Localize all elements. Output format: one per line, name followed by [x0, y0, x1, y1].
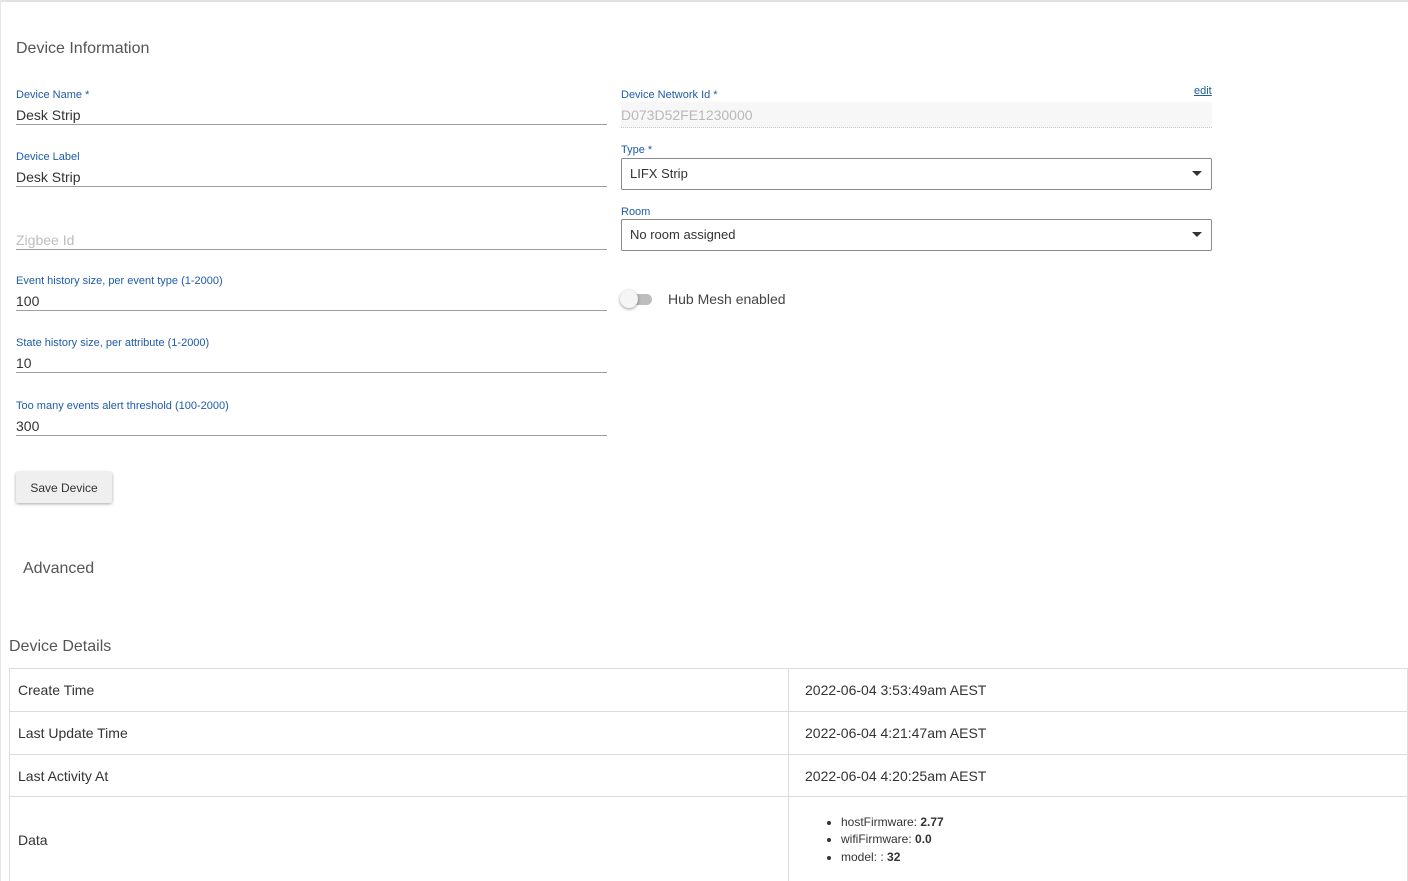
events-threshold-underline: [16, 435, 607, 436]
hub-mesh-toggle[interactable]: [620, 289, 654, 309]
state-history-field[interactable]: State history size, per attribute (1-200…: [16, 336, 607, 373]
edit-network-id-link[interactable]: edit: [1194, 85, 1212, 97]
detail-key: Create Time: [9, 668, 789, 712]
detail-value: 2022-06-04 4:21:47am AEST: [788, 711, 1408, 755]
detail-key: Last Update Time: [9, 711, 789, 755]
left-divider: [0, 0, 1, 881]
caret-down-icon: [1192, 171, 1202, 176]
room-select[interactable]: No room assigned: [621, 219, 1212, 251]
detail-value: 2022-06-04 4:20:25am AEST: [788, 754, 1408, 797]
device-label-field[interactable]: Device Label Desk Strip: [16, 150, 607, 187]
zigbee-id-input[interactable]: Zigbee Id: [16, 227, 607, 249]
table-row-data: Data hostFirmware: 2.77 wifiFirmware: 0.…: [9, 796, 1408, 881]
events-threshold-input[interactable]: 300: [16, 413, 607, 435]
top-divider: [0, 0, 1408, 2]
list-item: hostFirmware: 2.77: [841, 814, 1407, 832]
event-history-input[interactable]: 100: [16, 288, 607, 310]
device-name-label: Device Name *: [16, 89, 90, 101]
table-row: Last Activity At 2022-06-04 4:20:25am AE…: [9, 754, 1408, 797]
advanced-section-toggle[interactable]: Advanced: [23, 560, 94, 578]
device-name-underline: [16, 124, 607, 125]
device-label-label: Device Label: [16, 151, 80, 163]
hub-mesh-label: Hub Mesh enabled: [668, 291, 786, 307]
events-threshold-field[interactable]: Too many events alert threshold (100-200…: [16, 399, 607, 436]
type-select[interactable]: LIFX Strip: [621, 158, 1212, 190]
detail-key: Last Activity At: [9, 754, 789, 797]
device-network-id-field: Device Network Id * D073D52FE1230000: [621, 88, 1212, 128]
event-history-label: Event history size, per event type (1-20…: [16, 275, 223, 287]
data-list: hostFirmware: 2.77 wifiFirmware: 0.0 mod…: [805, 814, 1407, 867]
device-label-underline: [16, 186, 607, 187]
zigbee-id-underline: [16, 249, 607, 250]
save-device-button[interactable]: Save Device: [16, 472, 112, 503]
type-label: Type *: [621, 144, 653, 156]
detail-value: 2022-06-04 3:53:49am AEST: [788, 668, 1408, 712]
device-information-heading: Device Information: [16, 40, 150, 57]
list-item: wifiFirmware: 0.0: [841, 831, 1407, 849]
event-history-field[interactable]: Event history size, per event type (1-20…: [16, 274, 607, 311]
type-selected-value: LIFX Strip: [630, 166, 688, 181]
device-label-input[interactable]: Desk Strip: [16, 164, 607, 186]
state-history-underline: [16, 372, 607, 373]
detail-key: Data: [9, 796, 789, 881]
list-item: model: : 32: [841, 849, 1407, 867]
state-history-input[interactable]: 10: [16, 350, 607, 372]
event-history-underline: [16, 310, 607, 311]
device-network-id-label: Device Network Id *: [621, 89, 718, 101]
state-history-label: State history size, per attribute (1-200…: [16, 337, 210, 349]
room-selected-value: No room assigned: [630, 227, 736, 242]
caret-down-icon: [1192, 232, 1202, 237]
table-row: Create Time 2022-06-04 3:53:49am AEST: [9, 668, 1408, 712]
device-details-heading: Device Details: [9, 638, 112, 655]
device-name-input[interactable]: Desk Strip: [16, 102, 607, 124]
table-row: Last Update Time 2022-06-04 4:21:47am AE…: [9, 711, 1408, 755]
device-name-field[interactable]: Device Name * Desk Strip: [16, 88, 607, 125]
device-network-id-input: D073D52FE1230000: [621, 102, 1212, 128]
device-details-table: Create Time 2022-06-04 3:53:49am AEST La…: [9, 668, 1408, 881]
room-label: Room: [621, 206, 651, 218]
zigbee-id-field[interactable]: Zigbee Id: [16, 213, 607, 250]
events-threshold-label: Too many events alert threshold (100-200…: [16, 400, 229, 412]
detail-data-value: hostFirmware: 2.77 wifiFirmware: 0.0 mod…: [788, 796, 1408, 881]
toggle-knob: [620, 290, 638, 308]
